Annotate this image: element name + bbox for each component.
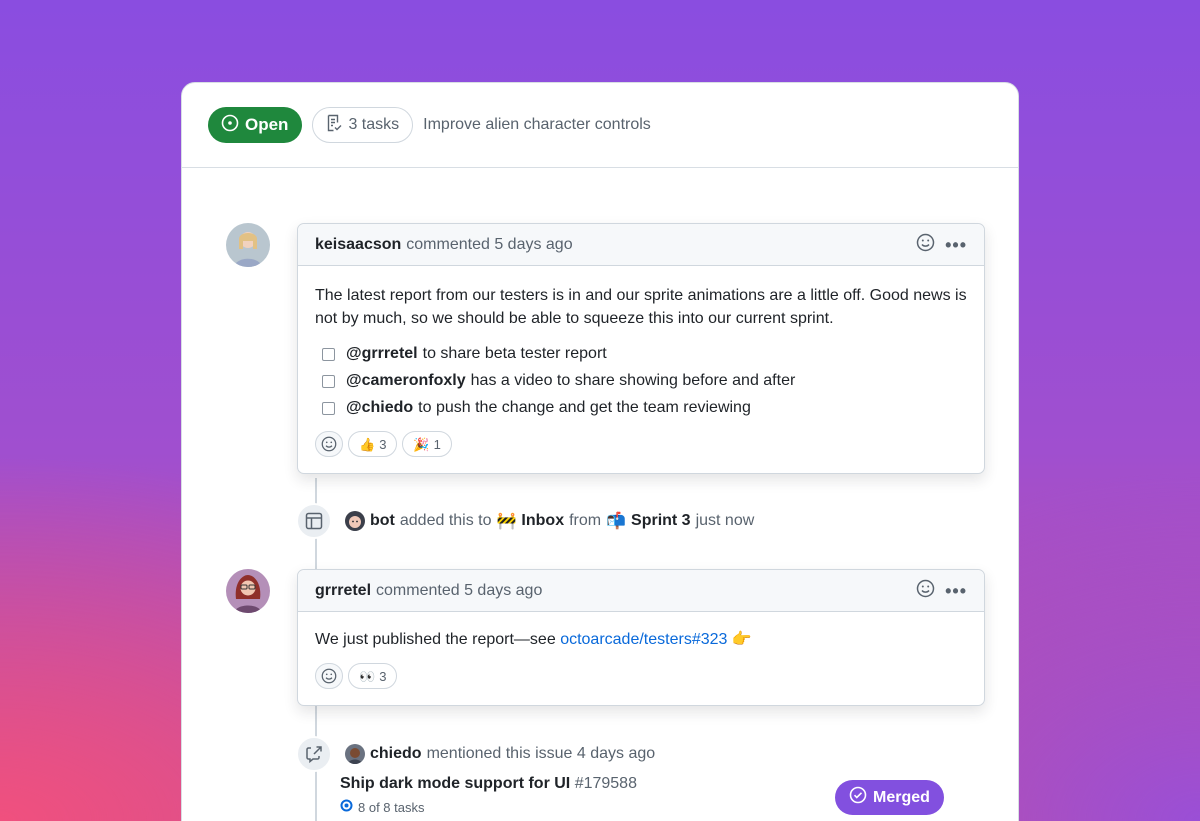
task-list-item: @cameronfoxly has a video to share showi… — [315, 367, 967, 394]
check-circle-icon — [849, 786, 867, 809]
reaction-tada[interactable]: 🎉 1 — [402, 431, 452, 457]
add-reaction-icon[interactable] — [916, 233, 935, 257]
comment-timestamp[interactable]: commented 5 days ago — [376, 582, 542, 600]
reaction-count: 3 — [379, 668, 387, 684]
comment-text: We just published the report—see octoarc… — [315, 628, 967, 651]
reaction-count: 1 — [433, 436, 441, 452]
comment-grrretel: grrretel commented 5 days ago ••• We jus… — [297, 569, 985, 706]
add-reaction-icon[interactable] — [916, 579, 935, 603]
reaction-count: 3 — [379, 436, 387, 452]
issue-header: Open 3 tasks Improve alien character con… — [182, 83, 1018, 168]
tasks-label: 3 tasks — [348, 116, 400, 133]
progress-circle-icon — [340, 799, 353, 815]
event-actor[interactable]: bot — [370, 512, 395, 530]
issue-state-label: Open — [245, 115, 289, 134]
reaction-thumbs-up[interactable]: 👍 3 — [348, 431, 398, 457]
merged-label: Merged — [873, 788, 930, 806]
referenced-pr-title[interactable]: Ship dark mode support for UI #179588 — [340, 775, 637, 793]
task-text: to push the change and get the team revi… — [418, 399, 751, 416]
bot-avatar[interactable] — [345, 511, 365, 531]
project-added-event: bot added this to 🚧 Inbox from 📬 Sprint … — [345, 511, 754, 531]
task-list: @grrretel to share beta tester report @c… — [315, 340, 967, 421]
task-mention[interactable]: @grrretel — [346, 342, 418, 365]
comment-header: keisaacson commented 5 days ago ••• — [298, 224, 984, 266]
task-progress-label: 8 of 8 tasks — [358, 799, 425, 815]
comment-keisaacson: keisaacson commented 5 days ago ••• The … — [297, 223, 985, 474]
issue-state-badge: Open — [208, 107, 303, 143]
task-list-item: @chiedo to push the change and get the t… — [315, 394, 967, 421]
avatar-keisaacson[interactable] — [226, 223, 270, 267]
referenced-pr-tasks: 8 of 8 tasks — [340, 799, 424, 815]
reactions-bar: 👍 3 🎉 1 — [315, 431, 967, 457]
merged-state-badge: Merged — [835, 780, 944, 815]
event-time[interactable]: just now — [696, 512, 755, 530]
reactions-bar: 👀 3 — [315, 663, 967, 689]
comment-text-prefix: We just published the report—see — [315, 631, 556, 648]
avatar-grrretel[interactable] — [226, 569, 270, 613]
eyes-icon: 👀 — [359, 668, 376, 684]
comment-body: The latest report from our testers is in… — [298, 266, 984, 473]
add-reaction-button[interactable] — [315, 663, 343, 689]
task-list-item: @grrretel to share beta tester report — [315, 340, 967, 367]
task-checkbox[interactable] — [322, 375, 335, 388]
comment-author[interactable]: keisaacson — [315, 236, 401, 254]
comment-author[interactable]: grrretel — [315, 582, 371, 600]
event-text: mentioned this issue 4 days ago — [426, 745, 656, 762]
comment-text: The latest report from our testers is in… — [315, 287, 967, 327]
issue-card: Open 3 tasks Improve alien character con… — [181, 82, 1019, 821]
tada-icon: 🎉 — [413, 436, 430, 452]
construction-icon: 🚧 — [496, 513, 517, 530]
cross-reference-icon — [296, 736, 332, 772]
comment-timestamp[interactable]: commented 5 days ago — [406, 236, 572, 254]
kebab-menu-icon[interactable]: ••• — [945, 582, 967, 600]
tasks-button[interactable]: 3 tasks — [312, 107, 414, 143]
add-reaction-button[interactable] — [315, 431, 343, 457]
comment-header: grrretel commented 5 days ago ••• — [298, 570, 984, 612]
mention-event: chiedo mentioned this issue 4 days ago — [345, 744, 655, 764]
reaction-eyes[interactable]: 👀 3 — [348, 663, 398, 689]
issue-title: Improve alien character controls — [423, 116, 651, 133]
event-text-from: from — [569, 512, 602, 529]
thumbs-up-icon: 👍 — [359, 436, 376, 452]
sprint-label[interactable]: Sprint 3 — [631, 512, 691, 530]
task-mention[interactable]: @cameronfoxly — [346, 369, 466, 392]
checklist-icon — [326, 114, 342, 137]
project-table-icon — [296, 503, 332, 539]
chiedo-avatar[interactable] — [345, 744, 365, 764]
event-text: added this to — [399, 512, 492, 529]
task-mention[interactable]: @chiedo — [346, 396, 413, 419]
issue-opened-icon — [221, 114, 239, 137]
referenced-pr-name: Ship dark mode support for UI — [340, 775, 571, 792]
issue-reference-link[interactable]: octoarcade/testers#323 — [560, 631, 727, 648]
referenced-pr-number: #179588 — [574, 775, 637, 792]
event-actor[interactable]: chiedo — [370, 745, 422, 763]
task-text: has a video to share showing before and … — [470, 372, 796, 389]
task-checkbox[interactable] — [322, 402, 335, 415]
comment-body: We just published the report—see octoarc… — [298, 612, 984, 705]
mailbox-icon: 📬 — [606, 513, 627, 530]
pointing-hand-icon: 👉 — [731, 631, 752, 648]
inbox-label[interactable]: Inbox — [521, 512, 564, 530]
task-text: to share beta tester report — [422, 345, 607, 362]
kebab-menu-icon[interactable]: ••• — [945, 236, 967, 254]
task-checkbox[interactable] — [322, 348, 335, 361]
